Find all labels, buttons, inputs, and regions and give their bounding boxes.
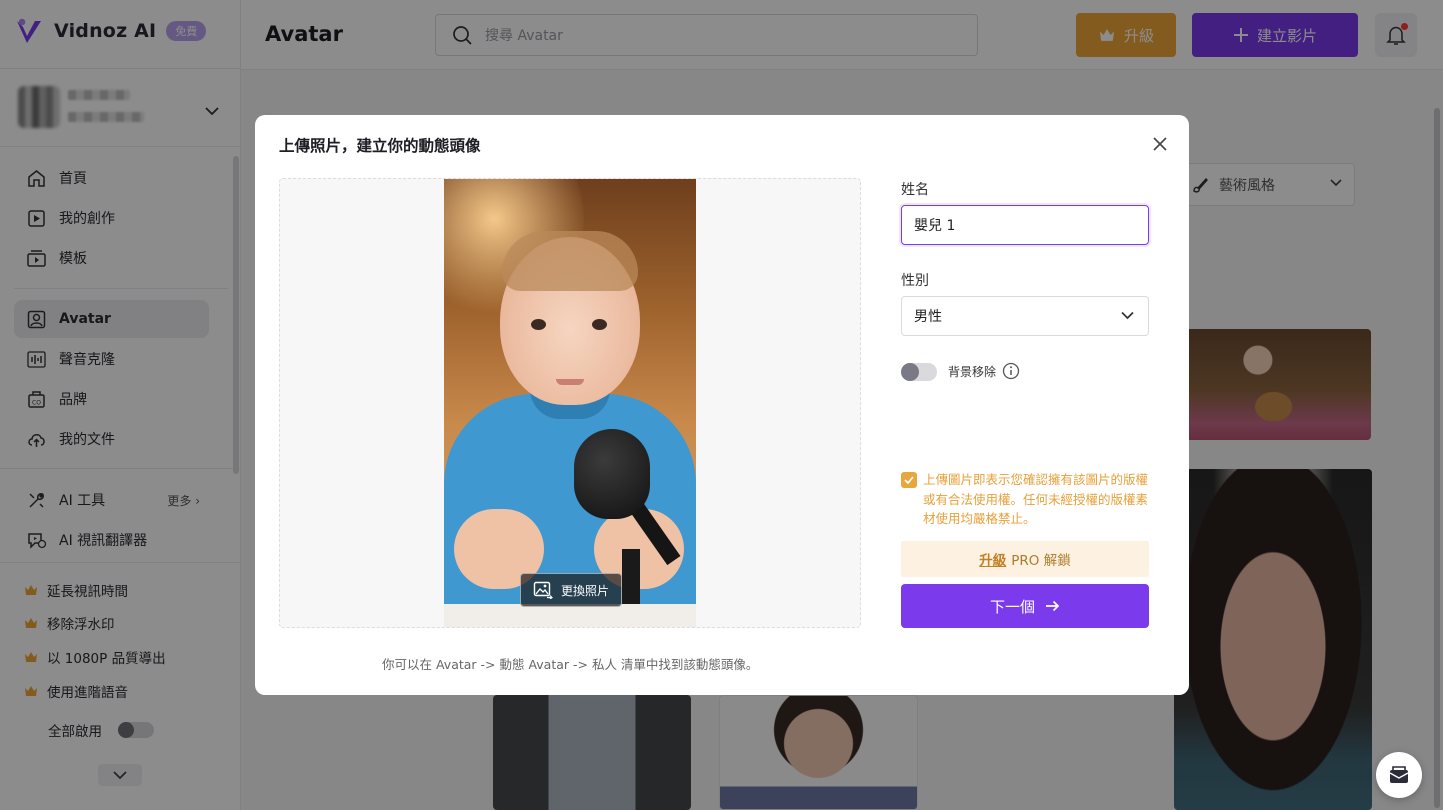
create-avatar-modal: 上傳照片，建立你的動態頭像 更換照片 你可以在 Avatar -> 動態 Ava… [255,115,1189,695]
background-removal-toggle[interactable] [901,363,937,381]
avatar-name-input[interactable] [901,205,1149,245]
gender-select[interactable]: 男性 [901,296,1149,336]
arrow-right-icon [1046,600,1060,612]
change-photo-label: 更換照片 [560,583,609,598]
gender-label: 性別 [901,273,929,289]
uploaded-photo [444,179,696,627]
image-swap-icon [533,581,553,599]
location-hint: 你可以在 Avatar -> 動態 Avatar -> 私人 清單中找到該動態頭… [382,657,759,672]
pro-unlock-banner: 升級 PRO 解鎖 [901,541,1149,577]
checkmark-icon [904,476,914,484]
support-chat-button[interactable] [1376,752,1422,798]
consent-text: 上傳圖片即表示您確認擁有該圖片的版權或有合法使用權。任何未經授權的版權素材使用均… [923,472,1149,526]
modal-title: 上傳照片，建立你的動態頭像 [279,137,481,155]
next-label: 下一個 [989,597,1035,616]
gender-selected-value: 男性 [914,309,942,325]
consent-checkbox[interactable] [901,472,917,488]
next-button[interactable]: 下一個 [901,584,1149,628]
change-photo-button[interactable]: 更換照片 [520,573,622,607]
background-removal-label: 背景移除 [948,365,997,379]
name-label: 姓名 [901,182,929,198]
close-icon[interactable] [1151,135,1169,153]
info-icon[interactable] [1002,362,1020,380]
pro-unlock-text: PRO 解鎖 [1011,553,1071,569]
photo-upload-area[interactable]: 更換照片 [279,178,861,628]
upgrade-link[interactable]: 升級 [979,549,1006,569]
mail-icon [1389,766,1409,783]
chevron-down-icon [1121,311,1134,320]
